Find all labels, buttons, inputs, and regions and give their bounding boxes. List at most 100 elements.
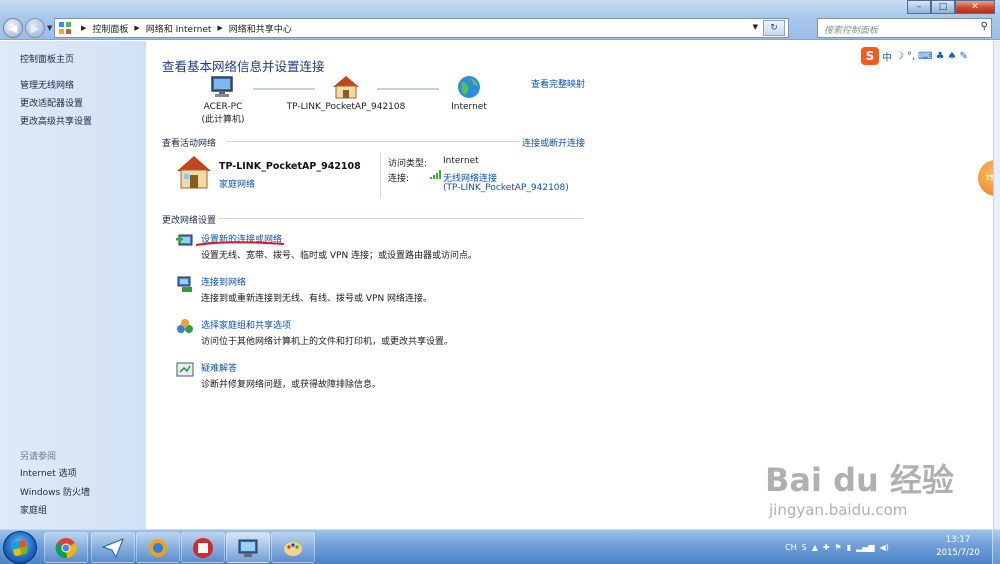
- back-button[interactable]: ◀: [3, 18, 23, 38]
- search-input[interactable]: 搜索控制面板 ⚲: [817, 18, 992, 38]
- maximize-button[interactable]: □: [931, 0, 955, 14]
- network-tray-icon[interactable]: ▂▄▆: [856, 543, 874, 552]
- active-network-name: TP-LINK_PocketAP_942108: [219, 161, 361, 172]
- connect-to-network-link[interactable]: 连接到网络: [201, 275, 246, 288]
- sidebar-item-manage-wireless[interactable]: 管理无线网络: [20, 78, 74, 91]
- show-desktop-button[interactable]: [992, 530, 1000, 564]
- network-monitor-icon: [238, 539, 258, 557]
- access-type-label: 访问类型:: [388, 159, 428, 169]
- annotation-underline: [195, 241, 285, 246]
- sogou-tray-icon[interactable]: S: [802, 543, 807, 552]
- see-also-heading: 另请参阅: [20, 452, 57, 462]
- sidebar-item-adapter-settings[interactable]: 更改适配器设置: [20, 96, 83, 109]
- search-placeholder: 搜索控制面板: [824, 26, 879, 36]
- computer-icon: [211, 76, 233, 97]
- homegroup-sharing-link[interactable]: 选择家庭组和共享选项: [201, 318, 291, 331]
- clock-date: 2015/7/20: [936, 548, 980, 558]
- action-center-flag-icon[interactable]: ⚑: [835, 543, 842, 552]
- title-bar: – □ ✕ ◀ ▶ ▼ ▶ 控制面板 ▶ 网络和 Internet ▶ 网络和共…: [0, 0, 1000, 40]
- red-app-icon: [193, 537, 213, 558]
- troubleshoot-link[interactable]: 疑难解答: [201, 361, 237, 374]
- close-button[interactable]: ✕: [955, 0, 995, 14]
- chrome-taskbar-button[interactable]: [44, 532, 88, 563]
- ime-mode-toggle[interactable]: 中: [882, 49, 892, 64]
- back-arrow-icon: ◀: [8, 21, 18, 35]
- taskbar: CH S ▲ ✚ ⚑ ▮ ▂▄▆ ◀) 13:17 2015/7/20: [0, 529, 1000, 564]
- ime-toolbar[interactable]: S 中 ☽ °, ⌨ ♣ ♠ ✎: [861, 47, 968, 65]
- volume-icon[interactable]: ◀): [880, 543, 889, 552]
- clock[interactable]: 13:17 2015/7/20: [928, 534, 988, 560]
- home-network-icon: [333, 76, 359, 99]
- start-button[interactable]: [3, 531, 37, 564]
- breadcrumb: ▶ 控制面板 ▶ 网络和 Internet ▶ 网络和共享中心: [75, 22, 292, 35]
- sidebar-item-control-panel-home[interactable]: 控制面板主页: [20, 52, 74, 65]
- change-settings-heading: 更改网络设置: [162, 216, 217, 226]
- network-type-link[interactable]: 家庭网络: [219, 177, 255, 190]
- address-bar[interactable]: ▶ 控制面板 ▶ 网络和 Internet ▶ 网络和共享中心 ▼ ↻: [54, 18, 789, 38]
- clock-time: 13:17: [945, 535, 971, 545]
- map-computer[interactable]: ACER-PC (此计算机): [196, 75, 250, 125]
- breadcrumb-network-sharing-center[interactable]: 网络和共享中心: [229, 22, 292, 35]
- language-indicator[interactable]: CH: [785, 543, 797, 552]
- network-center-taskbar-button[interactable]: [226, 532, 270, 563]
- sidebar-item-homegroup[interactable]: 家庭组: [20, 503, 47, 516]
- baidu-watermark: Bai du 经验 jingyan.baidu.com: [765, 455, 954, 519]
- section-divider: [218, 218, 583, 219]
- search-icon[interactable]: ⚲: [981, 21, 988, 32]
- computer-name: ACER-PC: [203, 102, 243, 112]
- punctuation-icon[interactable]: °,: [907, 51, 915, 62]
- feige-taskbar-button[interactable]: [91, 532, 135, 563]
- paint-taskbar-button[interactable]: [271, 532, 315, 563]
- window-controls: – □ ✕: [907, 0, 995, 14]
- scrollbar[interactable]: [993, 41, 1000, 529]
- wrench-icon[interactable]: ✎: [960, 51, 968, 62]
- connect-to-network-desc: 连接到或重新连接到无线、有线、拨号或 VPN 网络连接。: [201, 294, 433, 304]
- breadcrumb-network-internet[interactable]: 网络和 Internet: [146, 22, 212, 35]
- task-new-connection: 设置新的连接或网络 设置无线、宽带、拨号、临时或 VPN 连接；或设置路由器或访…: [176, 232, 696, 262]
- breadcrumb-arrow-icon: ▶: [81, 24, 87, 32]
- minimize-button[interactable]: –: [907, 0, 931, 14]
- control-panel-icon: [59, 22, 71, 34]
- breadcrumb-arrow-icon: ▶: [134, 24, 140, 32]
- vertical-divider: [380, 152, 381, 198]
- connect-disconnect-link[interactable]: 连接或断开连接: [522, 136, 585, 149]
- keyboard-icon[interactable]: ⌨: [918, 51, 932, 62]
- forward-button[interactable]: ▶: [25, 18, 45, 38]
- globe-icon: [458, 76, 480, 98]
- refresh-button[interactable]: ↻: [763, 20, 785, 36]
- moon-icon[interactable]: ☽: [895, 51, 904, 62]
- power-icon[interactable]: ▮: [847, 543, 851, 552]
- task-homegroup: 选择家庭组和共享选项 访问位于其他网络计算机上的文件和打印机，或更改共享设置。: [176, 318, 696, 348]
- troubleshoot-desc: 诊断并修复网络问题，或获得故障排除信息。: [201, 380, 382, 390]
- homegroup-sharing-desc: 访问位于其他网络计算机上的文件和打印机，或更改共享设置。: [201, 337, 454, 347]
- breadcrumb-control-panel[interactable]: 控制面板: [92, 22, 128, 35]
- recent-pages-dropdown[interactable]: ▼: [47, 24, 52, 32]
- paper-plane-icon: [102, 537, 124, 558]
- media-taskbar-button[interactable]: [136, 532, 180, 563]
- paint-palette-icon: [284, 541, 302, 556]
- watermark-brand: Bai du 经验: [765, 461, 954, 499]
- address-dropdown-icon[interactable]: ▼: [753, 23, 758, 31]
- update-icon[interactable]: ✚: [823, 543, 830, 552]
- shirt-icon[interactable]: ♠: [948, 51, 957, 62]
- setup-new-connection-desc: 设置无线、宽带、拨号、临时或 VPN 连接；或设置路由器或访问点。: [201, 251, 478, 261]
- watermark-url: jingyan.baidu.com: [769, 501, 908, 519]
- full-map-link[interactable]: 查看完整映射: [531, 77, 585, 90]
- computer-sub-label: (此计算机): [201, 115, 245, 125]
- forward-arrow-icon: ▶: [30, 21, 40, 35]
- wireless-connection-ssid[interactable]: (TP-LINK_PocketAP_942108): [443, 183, 569, 193]
- sogou-logo-icon[interactable]: S: [861, 47, 879, 65]
- skin-icon[interactable]: ♣: [936, 51, 945, 62]
- router-name: TP-LINK_PocketAP_942108: [286, 102, 406, 112]
- wifi-signal-icon: [430, 170, 441, 179]
- sidebar-item-advanced-sharing[interactable]: 更改高级共享设置: [20, 114, 92, 127]
- sidebar-item-windows-firewall[interactable]: Windows 防火墙: [20, 485, 90, 498]
- map-internet[interactable]: Internet: [444, 75, 494, 112]
- task-troubleshoot: 疑难解答 诊断并修复网络问题，或获得故障排除信息。: [176, 361, 696, 391]
- section-divider: [226, 141, 519, 142]
- sidebar-item-internet-options[interactable]: Internet 选项: [20, 466, 77, 479]
- map-router[interactable]: TP-LINK_PocketAP_942108: [276, 75, 416, 112]
- red-app-taskbar-button[interactable]: [181, 532, 225, 563]
- connection-label: 连接:: [388, 174, 410, 184]
- show-hidden-icons-button[interactable]: ▲: [812, 543, 818, 552]
